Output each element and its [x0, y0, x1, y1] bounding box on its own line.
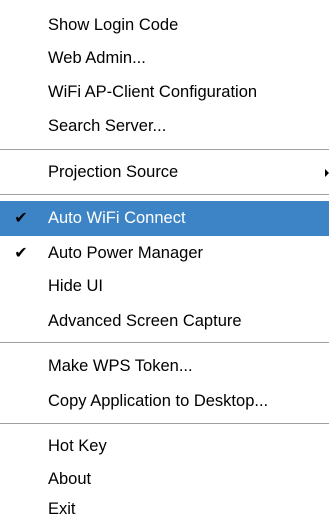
menu-item-projection-source[interactable]: Projection Source — [0, 155, 329, 190]
menu-item-label: Auto WiFi Connect — [48, 209, 186, 227]
menu-item-label: Hide UI — [48, 277, 104, 295]
menu-item-label: Hot Key — [48, 437, 107, 455]
menu-item-label: WiFi AP-Client Configuration — [48, 83, 258, 101]
menu-item-wifi-ap-client-configuration[interactable]: WiFi AP-Client Configuration — [0, 75, 329, 110]
menu-item-label: Show Login Code — [48, 16, 179, 34]
menu-item-make-wps-token[interactable]: Make WPS Token... — [0, 349, 329, 384]
menu-separator — [0, 423, 329, 425]
menu-item-label: Auto Power Manager — [48, 244, 204, 262]
menu-item-advanced-screen-capture[interactable]: Advanced Screen Capture — [0, 304, 329, 339]
menu-separator — [0, 342, 329, 344]
checkmark-icon: ✔ — [14, 245, 28, 262]
menu-item-auto-wifi-connect[interactable]: ✔ Auto WiFi Connect — [0, 201, 329, 236]
menu-item-label: Projection Source — [48, 163, 179, 181]
menu-item-copy-application-to-desktop[interactable]: Copy Application to Desktop... — [0, 384, 329, 419]
menu-item-label: Web Admin... — [48, 49, 146, 67]
checkmark-icon: ✔ — [14, 210, 28, 227]
menu-item-hot-key[interactable]: Hot Key — [0, 429, 329, 464]
menu-item-label: Search Server... — [48, 117, 167, 135]
menu-item-label: Exit — [48, 500, 76, 518]
menu-item-web-admin[interactable]: Web Admin... — [0, 41, 329, 76]
menu-item-label: Advanced Screen Capture — [48, 312, 242, 330]
menu-separator — [0, 194, 329, 196]
menu-item-show-login-code[interactable]: Show Login Code — [0, 8, 329, 43]
menu-item-exit[interactable]: Exit — [0, 492, 329, 527]
menu-item-hide-ui[interactable]: Hide UI — [0, 269, 329, 304]
menu-item-label: Copy Application to Desktop... — [48, 392, 269, 410]
submenu-arrow-icon — [325, 169, 329, 177]
menu-item-search-server[interactable]: Search Server... — [0, 109, 329, 144]
menu-separator — [0, 149, 329, 151]
menu-item-auto-power-manager[interactable]: ✔ Auto Power Manager — [0, 236, 329, 271]
menu-item-label: Make WPS Token... — [48, 357, 193, 375]
context-menu: Show Login Code Web Admin... WiFi AP-Cli… — [0, 0, 329, 527]
